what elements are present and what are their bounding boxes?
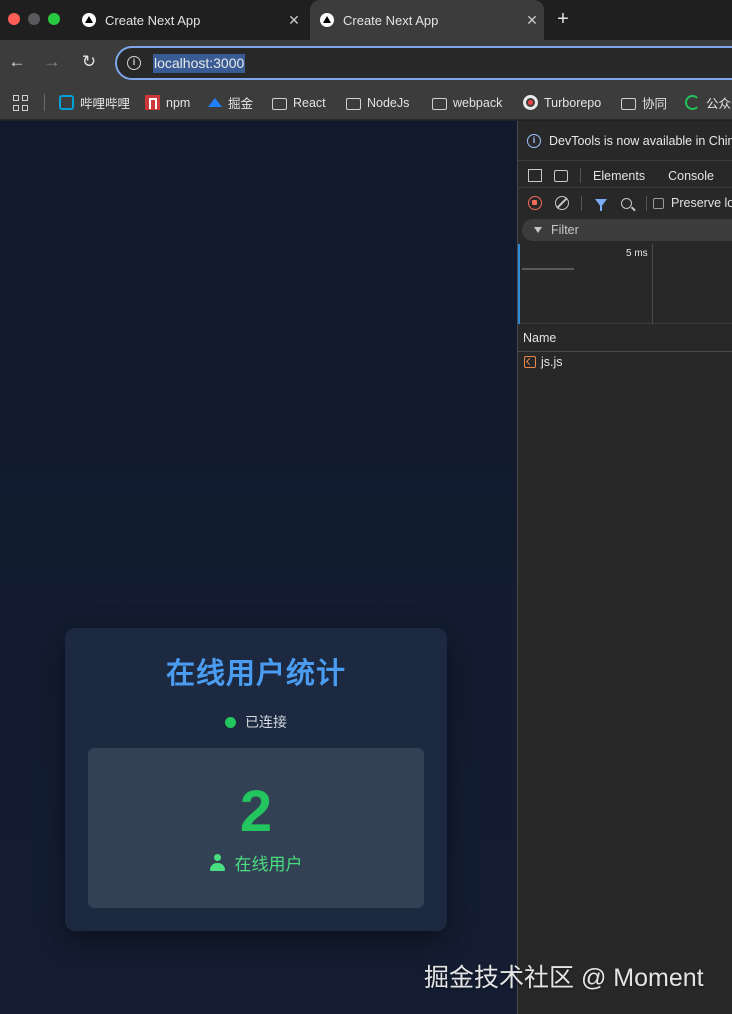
forward-arrow-icon[interactable]: → <box>41 51 63 73</box>
devtools-tabbar: Elements Console <box>518 164 732 188</box>
bookmark-folder-webpack[interactable]: webpack <box>432 85 503 119</box>
request-row[interactable]: js.js <box>518 352 732 372</box>
tab-console[interactable]: Console <box>668 169 714 183</box>
bookmark-label: 协同 <box>642 97 668 111</box>
bookmark-folder-nodejs[interactable]: NodeJs <box>346 85 410 119</box>
preserve-log-label: Preserve log <box>671 196 732 210</box>
close-tab-icon[interactable]: ✕ <box>520 12 544 29</box>
folder-icon <box>621 97 636 110</box>
online-users-card: 在线用户统计 已连接 2 在线用户 <box>65 628 447 931</box>
filter-funnel-icon <box>534 227 542 233</box>
device-toolbar-icon[interactable] <box>554 169 568 182</box>
status-text: 已连接 <box>245 714 287 730</box>
user-count-box: 2 在线用户 <box>88 748 424 908</box>
tab-elements[interactable]: Elements <box>593 169 645 183</box>
user-count-label: 在线用户 <box>88 850 424 875</box>
toolbar-divider <box>646 195 647 211</box>
search-icon[interactable] <box>621 197 632 209</box>
folder-icon <box>272 97 287 110</box>
toolbar-divider <box>581 195 582 211</box>
apps-grid-icon[interactable] <box>13 95 29 111</box>
bookmark-npm[interactable]: npm <box>145 85 191 119</box>
timeline-gridline <box>652 244 653 324</box>
preserve-log-checkbox[interactable] <box>653 197 664 209</box>
browser-tab-active[interactable]: Create Next App ✕ <box>310 0 544 40</box>
bookmarks-bar: 哔哩哔哩 npm 掘金 React NodeJs webpack Turbore… <box>0 85 732 120</box>
inspect-element-icon[interactable] <box>528 169 542 182</box>
turborepo-icon <box>523 95 538 110</box>
timeline-request-bar <box>522 268 574 270</box>
site-info-icon[interactable]: i <box>127 56 141 70</box>
card-title: 在线用户统计 <box>165 658 346 690</box>
address-bar[interactable]: i localhost:3000 <box>115 46 732 80</box>
tab-title: Create Next App <box>105 12 201 28</box>
juejin-icon <box>207 95 222 110</box>
connection-status: 已连接 <box>65 712 447 732</box>
browser-tab[interactable]: Create Next App ✕ <box>72 0 306 40</box>
watermark: 掘金技术社区 @ Moment <box>424 964 704 992</box>
banner-text: DevTools is now available in Chinese <box>549 133 732 148</box>
timeline-label: 5 ms <box>626 248 648 259</box>
new-tab-button[interactable]: + <box>552 8 574 30</box>
bookmark-label: React <box>293 95 326 110</box>
toolbar-divider <box>580 168 581 183</box>
user-icon <box>209 854 225 871</box>
filter-placeholder: Filter <box>551 223 579 237</box>
bookmarks-divider <box>44 94 45 111</box>
filter-icon[interactable] <box>595 199 607 211</box>
count-label-text: 在线用户 <box>234 855 303 874</box>
bookmark-label: 哔哩哔哩 <box>80 97 131 111</box>
browser-toolbar: ← → ↻ i localhost:3000 <box>0 40 732 85</box>
bilibili-icon <box>59 95 74 110</box>
tab-strip: Create Next App ✕ Create Next App ✕ + <box>0 0 732 40</box>
record-icon[interactable] <box>528 196 542 210</box>
close-window-button[interactable] <box>8 13 20 25</box>
bookmark-turborepo[interactable]: Turborepo <box>523 85 602 119</box>
user-count: 2 <box>239 779 273 844</box>
url-text[interactable]: localhost:3000 <box>153 54 246 73</box>
bookmark-folder-collab[interactable]: 协同 <box>621 85 668 119</box>
bookmark-label: NodeJs <box>367 95 410 110</box>
bookmark-label: 掘金 <box>228 97 254 111</box>
npm-icon <box>145 95 160 110</box>
bookmark-folder-react[interactable]: React <box>272 85 326 119</box>
devtools-panel: i DevTools is now available in Chinese E… <box>517 121 732 1014</box>
request-name: js.js <box>541 355 563 369</box>
page-viewport: 在线用户统计 已连接 2 在线用户 <box>0 121 517 1014</box>
info-icon: i <box>527 133 541 148</box>
back-arrow-icon[interactable]: ← <box>6 51 28 73</box>
nextjs-favicon-icon <box>82 13 96 27</box>
minimize-window-button[interactable] <box>28 13 40 25</box>
bookmark-label: webpack <box>453 95 503 110</box>
bookmark-bilibili[interactable]: 哔哩哔哩 <box>59 85 131 119</box>
timeline-marker <box>518 244 520 324</box>
filter-input[interactable]: Filter <box>522 219 732 241</box>
column-header-name[interactable]: Name <box>518 325 732 352</box>
maximize-window-button[interactable] <box>48 13 60 25</box>
reload-icon[interactable]: ↻ <box>78 51 100 73</box>
bookmark-label: 公众号 <box>706 97 732 111</box>
nextjs-favicon-icon <box>320 13 334 27</box>
network-overview[interactable]: 5 ms <box>518 244 732 324</box>
folder-icon <box>432 97 447 110</box>
folder-icon <box>346 97 361 110</box>
bookmark-juejin[interactable]: 掘金 <box>207 85 254 119</box>
close-tab-icon[interactable]: ✕ <box>282 12 306 29</box>
network-controls: Preserve log <box>518 191 732 215</box>
clear-icon[interactable] <box>555 196 569 210</box>
script-file-icon <box>524 356 536 368</box>
bookmark-label: Turborepo <box>544 95 602 110</box>
tab-title: Create Next App <box>343 12 439 28</box>
wechat-icon <box>685 95 700 110</box>
bookmark-wechat[interactable]: 公众号 <box>685 85 732 119</box>
devtools-language-banner: i DevTools is now available in Chinese <box>518 121 732 161</box>
status-dot-icon <box>225 716 236 728</box>
bookmark-label: npm <box>166 95 191 110</box>
